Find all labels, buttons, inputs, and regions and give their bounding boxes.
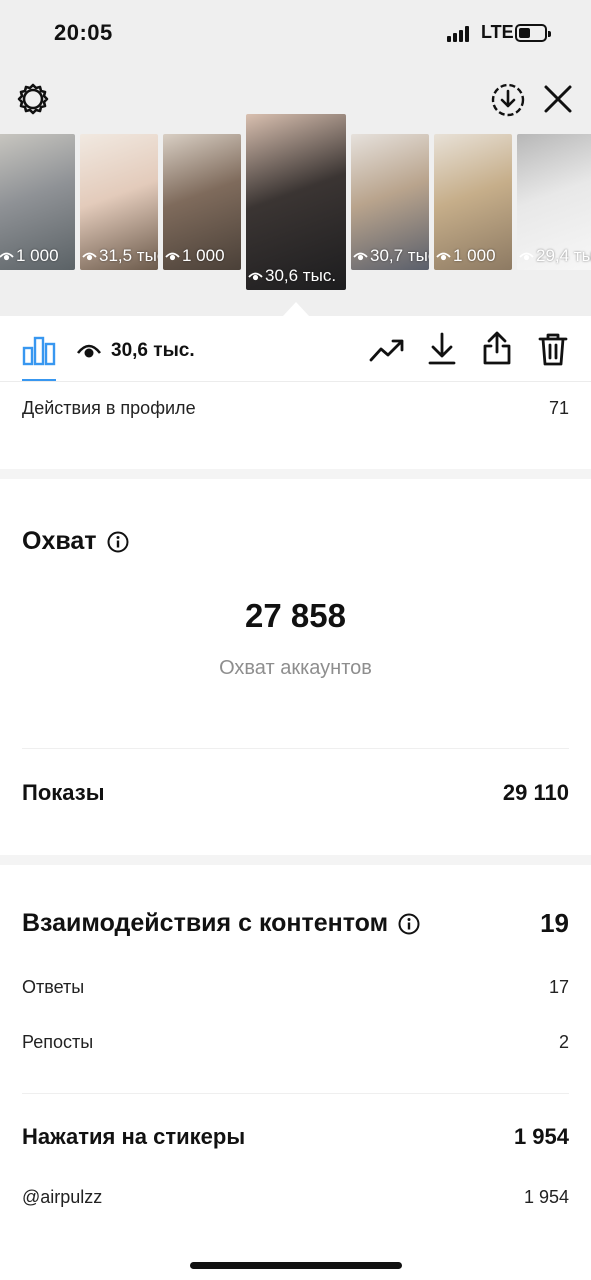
story-views: 1 000 (165, 246, 225, 266)
reach-caption: Охват аккаунтов (219, 657, 372, 679)
trash-icon[interactable] (538, 332, 568, 366)
home-indicator (190, 1262, 402, 1269)
battery-icon (515, 24, 551, 42)
stickers-row: Нажатия на стикеры 1 954 (22, 1124, 569, 1150)
interactions-title: Взаимодействия с контентом (22, 909, 420, 938)
profile-actions-value: 71 (548, 398, 569, 418)
download-icon[interactable] (427, 332, 457, 366)
story-views: 30,7 тыс. (353, 246, 429, 266)
divider-line (22, 1093, 569, 1094)
reach-number: 27 858 (245, 597, 346, 634)
story-preview-image (246, 114, 346, 290)
eye-icon (519, 252, 534, 261)
story-thumb-7[interactable]: 29,4 тыс. (517, 134, 591, 270)
section-divider (0, 855, 591, 865)
share-icon[interactable] (482, 330, 512, 366)
settings-gear-icon[interactable] (16, 82, 50, 116)
story-thumb-3[interactable]: 1 000 (163, 134, 241, 270)
signal-icon (447, 26, 473, 42)
eye-icon (82, 252, 97, 261)
sticker-mention-value: 1 954 (523, 1187, 569, 1207)
reposts-label: Репосты (22, 1032, 94, 1052)
story-views: 1 000 (0, 246, 59, 266)
divider-line (22, 748, 569, 749)
impressions-label: Показы (22, 780, 105, 805)
status-bar: 20:05 LTE (0, 0, 591, 66)
stickers-label: Нажатия на стикеры (22, 1124, 246, 1149)
profile-actions-label: Действия в профиле (22, 398, 196, 418)
impressions-row: Показы 29 110 (22, 780, 569, 806)
views-eye-icon (76, 344, 102, 358)
trend-icon[interactable] (369, 336, 405, 364)
info-icon[interactable] (107, 531, 129, 553)
story-thumb-selected[interactable]: 30,6 тыс. (246, 114, 346, 290)
reach-title: Охват (22, 527, 129, 556)
eye-icon (248, 272, 263, 281)
profile-actions-row: Действия в профиле 71 (22, 398, 569, 419)
interactions-value: 19 (540, 908, 569, 938)
story-views: 30,6 тыс. (248, 266, 336, 286)
eye-icon (165, 252, 180, 261)
close-icon[interactable] (541, 82, 575, 116)
section-divider (0, 469, 591, 479)
story-views: 31,5 тыс. (82, 246, 158, 266)
replies-value: 17 (548, 977, 569, 997)
network-label: LTE (481, 22, 514, 42)
story-views: 1 000 (436, 246, 496, 266)
replies-label: Ответы (22, 977, 85, 997)
insights-toolbar: 30,6 тыс. (0, 316, 591, 382)
stories-header: 1 000 31,5 тыс. 1 000 30,6 тыс. 30,7 тыс… (0, 66, 591, 316)
sticker-mention-label[interactable]: @airpulzz (22, 1187, 102, 1208)
sticker-mention-row: @airpulzz 1 954 (22, 1187, 569, 1208)
story-views: 29,4 тыс. (519, 246, 591, 266)
stickers-value: 1 954 (513, 1124, 569, 1149)
impressions-value: 29 110 (502, 780, 569, 805)
interactions-header: Взаимодействия с контентом 19 (22, 908, 569, 939)
insights-bars-icon[interactable] (22, 334, 56, 366)
selected-story-caret (283, 302, 309, 316)
info-icon[interactable] (398, 913, 420, 935)
story-thumb-2[interactable]: 31,5 тыс. (80, 134, 158, 270)
status-time: 20:05 (54, 20, 113, 45)
story-thumb-6[interactable]: 1 000 (434, 134, 512, 270)
active-tab-indicator (22, 379, 56, 381)
eye-icon (436, 252, 451, 261)
story-thumb-1[interactable]: 1 000 (0, 134, 75, 270)
eye-icon (353, 252, 368, 261)
eye-icon (0, 252, 14, 261)
story-thumb-5[interactable]: 30,7 тыс. (351, 134, 429, 270)
save-story-icon[interactable] (490, 82, 526, 118)
reposts-value: 2 (558, 1032, 569, 1052)
replies-row: Ответы 17 (22, 977, 569, 998)
views-count: 30,6 тыс. (111, 340, 195, 361)
reposts-row: Репосты 2 (22, 1032, 569, 1053)
